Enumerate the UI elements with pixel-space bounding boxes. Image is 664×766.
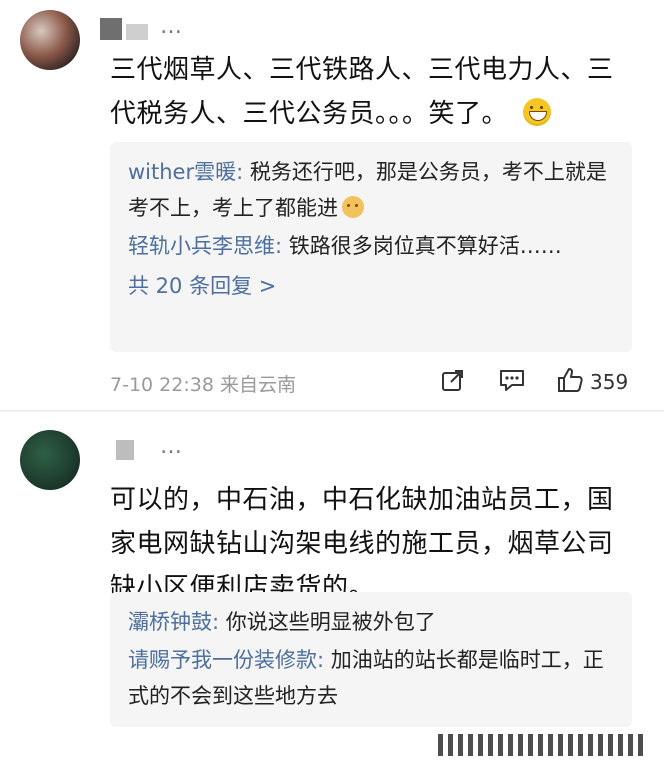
reply-username[interactable]: wither雲暖:: [128, 160, 243, 184]
avatar[interactable]: [20, 10, 80, 70]
reply-username[interactable]: 请赐予我一份装修款:: [128, 648, 324, 672]
reply-item[interactable]: wither雲暖: 税务还行吧，那是公务员，考不上就是考不上，考上了都能进: [128, 154, 614, 226]
username-text: …: [160, 14, 182, 39]
share-button[interactable]: [440, 366, 466, 398]
reply-item[interactable]: 灞桥钟鼓: 你说这些明显被外包了: [128, 604, 614, 640]
comment-line: 可以的，中石油，中石化缺加油站员工，国: [110, 485, 614, 515]
avatar[interactable]: [20, 430, 80, 490]
divider: [0, 410, 664, 412]
comment-line: 代税务人、三代公务员。。。笑了。: [110, 92, 630, 136]
comment-card: … 三代烟草人、三代铁路人、三代电力人、三 代税务人、三代公务员。。。笑了。 w…: [0, 0, 664, 410]
comment-text: 可以的，中石油，中石化缺加油站员工，国 家电网缺钻山沟架电线的施工员，烟草公司 …: [110, 478, 630, 610]
reply-text: 铁路很多岗位真不算好活……: [282, 234, 562, 258]
mosaic-block: [126, 24, 148, 40]
thumbs-up-icon: [556, 366, 584, 399]
share-icon: [440, 367, 466, 398]
comment-line: 家电网缺钻山沟架电线的施工员，烟草公司: [110, 529, 614, 559]
comment-line-text: 代税务人、三代公务员。。。笑了。: [110, 99, 509, 129]
comment-line: 三代烟草人、三代铁路人、三代电力人、三: [110, 55, 614, 85]
reply-button[interactable]: [498, 366, 526, 398]
reply-item[interactable]: 轻轨小兵李思维: 铁路很多岗位真不算好活……: [128, 228, 614, 264]
watermark-stripes: [438, 734, 648, 756]
like-button[interactable]: 359: [556, 366, 628, 398]
emoji-icon: [342, 196, 364, 218]
reply-username[interactable]: 轻轨小兵李思维:: [128, 234, 282, 258]
timestamp: 7-10 22:38 来自云南: [110, 374, 296, 396]
username-text: …: [160, 434, 182, 459]
reply-username[interactable]: 灞桥钟鼓:: [128, 610, 219, 634]
view-more-replies-link[interactable]: 共 20 条回复 >: [128, 268, 276, 304]
username[interactable]: …: [100, 434, 230, 462]
reply-item[interactable]: 请赐予我一份装修款: 加油站的站长都是临时工，正式的不会到这些地方去: [128, 642, 614, 714]
reply-preview-box[interactable]: wither雲暖: 税务还行吧，那是公务员，考不上就是考不上，考上了都能进 轻轨…: [110, 142, 632, 352]
grin-emoji-icon: [522, 98, 551, 126]
mosaic-block: [116, 440, 134, 460]
comment-bubble-icon: [498, 367, 526, 398]
reply-text: 你说这些明显被外包了: [219, 610, 436, 634]
comment-meta-bar: 7-10 22:38 来自云南 359: [110, 366, 640, 400]
like-count: 359: [590, 370, 629, 394]
comment-card: … 可以的，中石油，中石化缺加油站员工，国 家电网缺钻山沟架电线的施工员，烟草公…: [0, 420, 664, 766]
comment-text: 三代烟草人、三代铁路人、三代电力人、三 代税务人、三代公务员。。。笑了。: [110, 48, 630, 136]
username[interactable]: …: [100, 14, 230, 42]
mosaic-block: [100, 18, 122, 40]
reply-preview-box[interactable]: 灞桥钟鼓: 你说这些明显被外包了 请赐予我一份装修款: 加油站的站长都是临时工，…: [110, 592, 632, 727]
